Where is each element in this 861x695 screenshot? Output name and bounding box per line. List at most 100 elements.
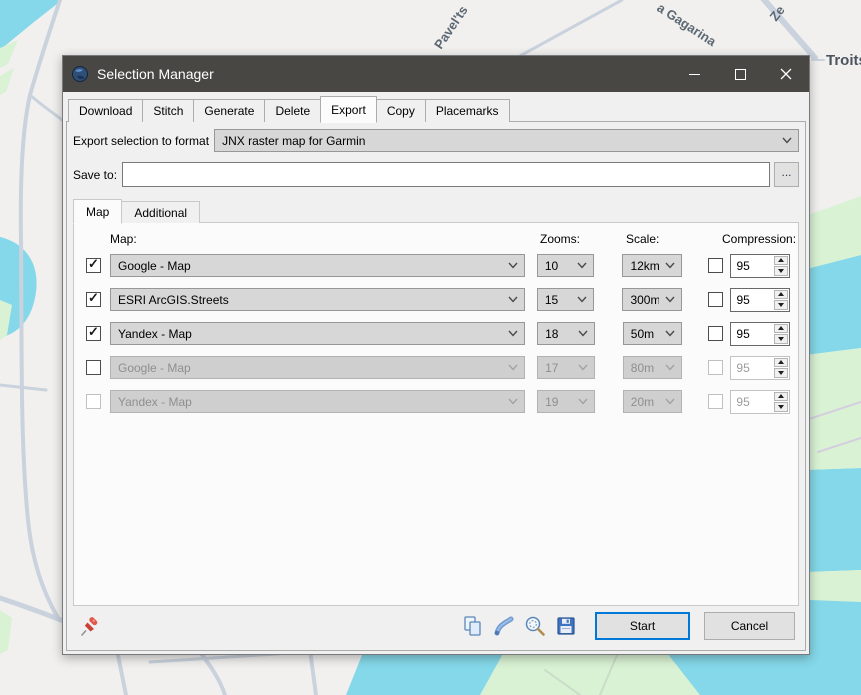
subtab-map[interactable]: Map xyxy=(73,199,123,224)
spin-down-button xyxy=(774,368,788,378)
arrow-up-icon xyxy=(778,258,784,263)
route-button[interactable] xyxy=(491,613,517,639)
spin-up-button xyxy=(774,391,788,401)
export-format-row: Export selection to format JNX raster ma… xyxy=(73,129,799,152)
arrow-up-icon xyxy=(778,292,784,297)
map-row: ESRI ArcGIS.Streets 15 300m xyxy=(86,287,790,312)
map-enabled-checkbox[interactable] xyxy=(86,256,101,273)
overlay-checkbox[interactable] xyxy=(708,326,724,341)
zoom-selection-icon xyxy=(525,616,545,636)
chevron-down-icon xyxy=(659,323,681,344)
tab-download[interactable]: Download xyxy=(68,99,144,122)
arrow-down-icon xyxy=(778,336,784,341)
map-select[interactable]: Google - Map xyxy=(110,254,525,277)
chevron-down-icon xyxy=(502,323,524,344)
spin-down-button[interactable] xyxy=(774,300,788,310)
spin-down-button xyxy=(774,402,788,412)
map-select: Google - Map xyxy=(110,356,526,379)
window-controls xyxy=(671,56,809,92)
save-icon xyxy=(557,617,575,635)
compression-spinner: 95 xyxy=(730,355,790,380)
sub-tabs: Map Additional xyxy=(73,199,799,224)
scale-select: 20m xyxy=(622,390,683,413)
footer-icon-group xyxy=(460,613,579,639)
cancel-button[interactable]: Cancel xyxy=(704,612,795,640)
scale-select[interactable]: 12km xyxy=(622,254,683,277)
save-to-label: Save to: xyxy=(73,167,118,182)
compression-spinner: 95 xyxy=(730,389,790,414)
zoom-select[interactable]: 10 xyxy=(536,254,595,277)
copy-icon xyxy=(464,616,481,636)
header-scale: Scale: xyxy=(626,232,660,246)
spin-down-button[interactable] xyxy=(774,266,788,276)
spin-up-button[interactable] xyxy=(774,255,788,265)
zoom-select[interactable]: 18 xyxy=(537,322,595,345)
route-icon xyxy=(494,616,514,636)
arrow-down-icon xyxy=(778,370,784,375)
map-row: Yandex - Map 18 50m 95 xyxy=(86,321,790,346)
spin-up-button[interactable] xyxy=(774,323,788,333)
scale-select: 80m xyxy=(622,356,683,379)
arrow-up-icon xyxy=(778,326,784,331)
tab-export[interactable]: Export xyxy=(320,96,377,123)
scale-select[interactable]: 50m xyxy=(622,322,683,345)
chevron-down-icon xyxy=(659,357,681,378)
titlebar[interactable]: Selection Manager xyxy=(63,56,809,92)
start-button[interactable]: Start xyxy=(595,612,690,640)
map-select[interactable]: Yandex - Map xyxy=(110,322,526,345)
header-zooms: Zooms: xyxy=(540,232,581,246)
maximize-button[interactable] xyxy=(717,56,763,92)
chevron-down-icon xyxy=(502,289,524,310)
compression-spinner[interactable]: 95 xyxy=(730,253,790,278)
scale-select[interactable]: 300m xyxy=(622,288,683,311)
compression-spinner[interactable]: 95 xyxy=(730,321,790,346)
tab-delete[interactable]: Delete xyxy=(264,99,322,122)
spin-up-button[interactable] xyxy=(774,289,788,299)
arrow-down-icon xyxy=(778,404,784,409)
map-enabled-checkbox[interactable] xyxy=(86,290,101,307)
map-enabled-checkbox[interactable] xyxy=(86,324,101,341)
zoom-select[interactable]: 15 xyxy=(536,288,595,311)
selection-manager-dialog: Selection Manager Download Stitch Genera… xyxy=(62,55,810,655)
minimize-icon xyxy=(688,73,700,75)
minimize-button[interactable] xyxy=(671,56,717,92)
window-title: Selection Manager xyxy=(97,66,214,82)
chevron-down-icon xyxy=(572,391,594,412)
header-map: Map: xyxy=(110,232,137,246)
chevron-down-icon xyxy=(572,357,594,378)
zoom-selection-button[interactable] xyxy=(522,613,548,639)
map-select[interactable]: ESRI ArcGIS.Streets xyxy=(110,288,525,311)
overlay-checkbox[interactable] xyxy=(708,258,724,273)
map-row: Google - Map 10 12km 9 xyxy=(86,253,790,278)
arrow-up-icon xyxy=(778,360,784,365)
close-icon xyxy=(780,68,792,80)
map-select: Yandex - Map xyxy=(110,390,526,413)
pin-button[interactable] xyxy=(77,613,103,639)
chevron-down-icon xyxy=(659,255,681,276)
chevron-down-icon xyxy=(776,130,798,151)
save-to-input[interactable] xyxy=(122,162,770,187)
compression-spinner[interactable]: 95 xyxy=(730,287,790,312)
export-tab-page: Export selection to format JNX raster ma… xyxy=(66,121,806,651)
browse-button[interactable]: ... xyxy=(774,162,799,187)
overlay-checkbox[interactable] xyxy=(708,292,724,307)
footer-toolbar: Start Cancel xyxy=(73,606,799,648)
tab-generate[interactable]: Generate xyxy=(193,99,266,122)
subtab-additional[interactable]: Additional xyxy=(121,201,201,223)
overlay-checkbox xyxy=(708,394,724,409)
tab-placemarks[interactable]: Placemarks xyxy=(424,99,510,122)
export-format-select[interactable]: JNX raster map for Garmin xyxy=(214,129,799,152)
close-button[interactable] xyxy=(763,56,809,92)
map-settings-panel: Map: Zooms: Scale: Compression: Google -… xyxy=(73,222,799,606)
map-enabled-checkbox[interactable] xyxy=(86,360,101,375)
street-label: Troits xyxy=(826,52,861,69)
chevron-down-icon xyxy=(571,255,593,276)
tab-copy[interactable]: Copy xyxy=(375,99,426,122)
spin-down-button[interactable] xyxy=(774,334,788,344)
arrow-down-icon xyxy=(778,302,784,307)
tab-stitch[interactable]: Stitch xyxy=(142,99,195,122)
map-enabled-checkbox xyxy=(86,394,101,409)
copy-button[interactable] xyxy=(460,613,486,639)
save-button[interactable] xyxy=(553,613,579,639)
spin-up-button xyxy=(774,357,788,367)
